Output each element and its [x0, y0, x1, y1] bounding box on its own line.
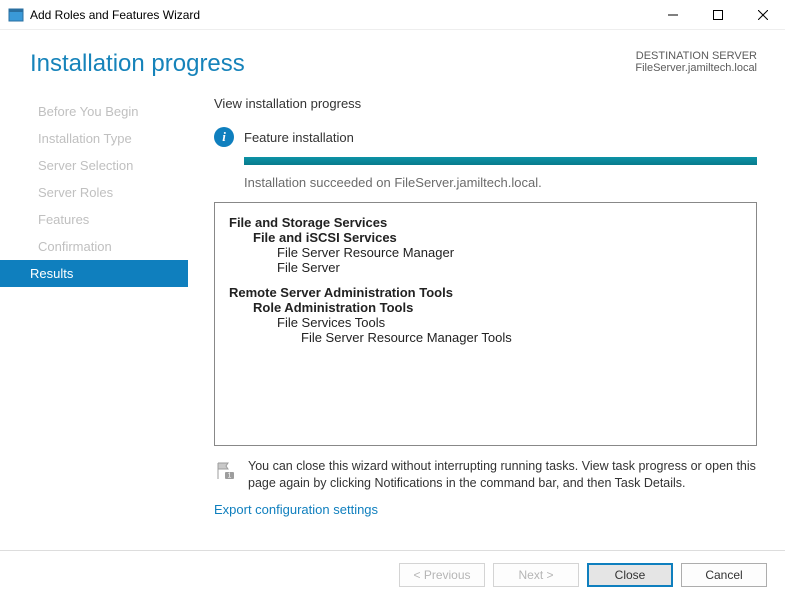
previous-button: < Previous — [399, 563, 485, 587]
window-title: Add Roles and Features Wizard — [30, 8, 650, 22]
results-box[interactable]: File and Storage Services File and iSCSI… — [214, 202, 757, 446]
sidebar-item-confirmation: Confirmation — [0, 233, 188, 260]
sidebar-item-results[interactable]: Results — [0, 260, 188, 287]
sidebar-item-server-roles: Server Roles — [0, 179, 188, 206]
sidebar-item-server-selection: Server Selection — [0, 152, 188, 179]
note-row: 1 You can close this wizard without inte… — [214, 458, 757, 492]
sidebar: Before You Begin Installation Type Serve… — [0, 94, 188, 519]
content-panel: View installation progress i Feature ins… — [188, 94, 757, 519]
minimize-button[interactable] — [650, 0, 695, 30]
destination-label: DESTINATION SERVER — [635, 50, 757, 62]
note-text: You can close this wizard without interr… — [248, 458, 757, 492]
cancel-button[interactable]: Cancel — [681, 563, 767, 587]
svg-text:1: 1 — [228, 473, 232, 480]
info-icon: i — [214, 127, 234, 147]
tree-item: File and iSCSI Services — [229, 230, 742, 245]
maximize-button[interactable] — [695, 0, 740, 30]
export-configuration-link[interactable]: Export configuration settings — [214, 502, 378, 517]
tree-item: Role Administration Tools — [229, 300, 742, 315]
body: Before You Begin Installation Type Serve… — [0, 94, 785, 519]
titlebar: Add Roles and Features Wizard — [0, 0, 785, 30]
sidebar-item-features: Features — [0, 206, 188, 233]
sidebar-item-before-you-begin: Before You Begin — [0, 98, 188, 125]
tree-item: Remote Server Administration Tools — [229, 285, 742, 300]
close-button[interactable]: Close — [587, 563, 673, 587]
footer: < Previous Next > Close Cancel — [0, 550, 785, 598]
close-window-button[interactable] — [740, 0, 785, 30]
header: Installation progress DESTINATION SERVER… — [0, 30, 785, 94]
status-title: Feature installation — [244, 130, 354, 145]
status-message: Installation succeeded on FileServer.jam… — [244, 175, 757, 190]
tree-item: File Server Resource Manager Tools — [229, 330, 742, 345]
page-title: Installation progress — [30, 50, 635, 78]
sidebar-item-installation-type: Installation Type — [0, 125, 188, 152]
window-controls — [650, 0, 785, 30]
tree-item: File Services Tools — [229, 315, 742, 330]
tree-item: File Server Resource Manager — [229, 245, 742, 260]
tree-item: File and Storage Services — [229, 215, 742, 230]
app-icon — [8, 7, 24, 23]
content-subheader: View installation progress — [214, 96, 757, 111]
progress-bar — [244, 157, 757, 165]
destination-server: FileServer.jamiltech.local — [635, 62, 757, 74]
status-row: i Feature installation — [214, 127, 757, 147]
next-button: Next > — [493, 563, 579, 587]
flag-icon: 1 — [214, 460, 236, 482]
tree-item: File Server — [229, 260, 742, 275]
destination-info: DESTINATION SERVER FileServer.jamiltech.… — [635, 50, 757, 78]
